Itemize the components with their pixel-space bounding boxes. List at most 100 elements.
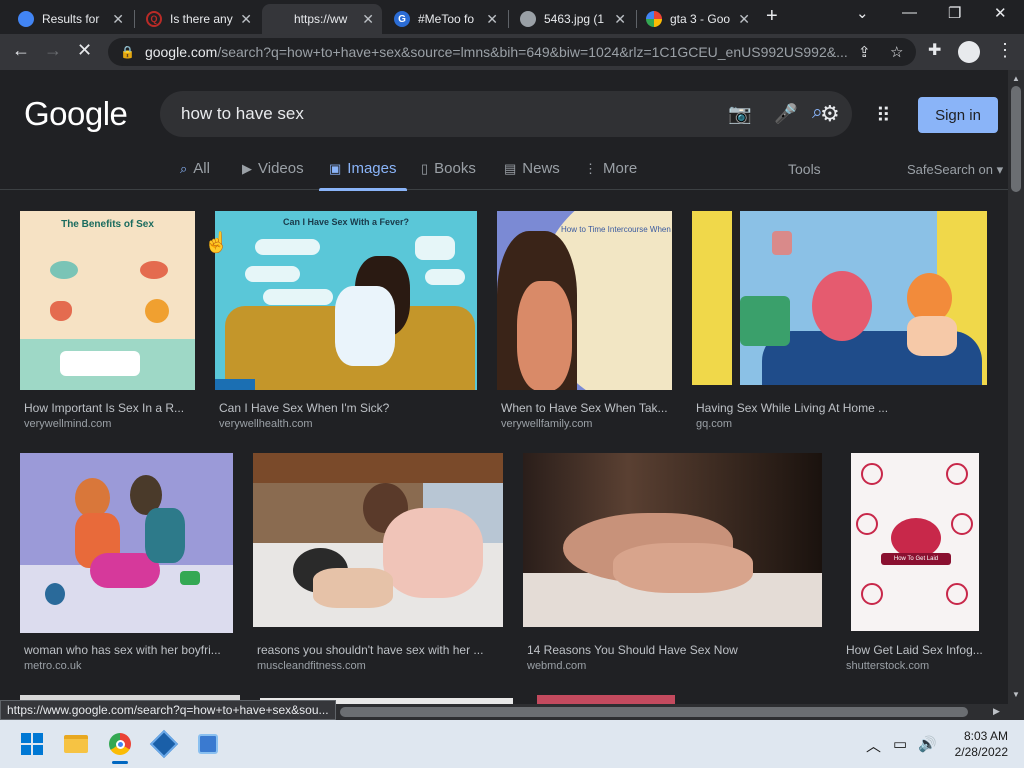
tab-books[interactable]: ▯ Books [421,160,476,177]
tools-button[interactable]: Tools [788,161,821,177]
profile-avatar-icon[interactable] [958,41,980,63]
close-tab-icon[interactable]: ✕ [240,11,252,28]
sign-in-button[interactable]: Sign in [918,97,998,133]
search-box[interactable]: how to have sex 📷 🎤 ⌕ [160,91,852,137]
chrome-favicon-icon [18,11,34,27]
result-caption[interactable]: Having Sex While Living At Home ... [696,401,888,415]
lock-icon[interactable]: 🔒 [120,45,135,59]
image-result[interactable]: Can I Have Sex With a Fever? Can I Have … [215,211,477,431]
search-query[interactable]: how to have sex [181,104,304,124]
result-thumbnail[interactable]: How To Get Laid [851,453,979,631]
share-icon[interactable]: ⇪ [858,43,871,61]
virtualbox-icon[interactable] [148,728,180,760]
settings-gear-icon[interactable]: ⚙ [820,101,840,127]
result-source[interactable]: webmd.com [527,660,586,672]
menu-kebab-icon[interactable]: ⋮ [996,40,1014,61]
browser-tab[interactable]: G #MeToo fo ✕ [386,4,506,34]
chrome-icon[interactable] [104,728,136,764]
result-source[interactable]: metro.co.uk [24,660,81,672]
tab-videos[interactable]: ▶ Videos [242,160,304,177]
image-result[interactable]: How to Time Intercourse When When to Hav… [497,211,672,431]
more-icon: ⋮ [584,160,597,176]
vmware-icon[interactable] [192,728,224,760]
microphone-icon[interactable]: 🎤 [774,102,798,126]
tab-title: #MeToo fo [418,12,475,26]
scroll-up-icon[interactable]: ▲ [1012,74,1020,83]
restore-icon[interactable]: ❐ [948,4,961,22]
browser-tab[interactable]: Q Is there any ✕ [138,4,260,34]
image-result[interactable]: The Benefits of Sex How Important Is Sex… [20,211,195,431]
system-clock[interactable]: 8:03 AM 2/28/2022 [938,728,1008,760]
result-caption[interactable]: How Important Is Sex In a R... [24,401,184,415]
result-source[interactable]: gq.com [696,418,732,430]
windows-taskbar: ︿ ▭ 🔊 8:03 AM 2/28/2022 [0,720,1024,768]
result-thumbnail[interactable]: How to Time Intercourse When [497,211,672,390]
result-source[interactable]: shutterstock.com [846,660,929,672]
result-caption[interactable]: woman who has sex with her boyfri... [24,643,221,657]
vertical-scrollbar[interactable]: ▲ ▼ [1008,70,1024,720]
result-caption[interactable]: When to Have Sex When Tak... [501,401,668,415]
apps-grid-icon[interactable]: ⠿ [876,103,891,128]
tab-strip: Results for ✕ Q Is there any ✕ https://w… [0,0,1024,34]
start-windows-icon[interactable] [16,728,48,760]
extensions-icon[interactable]: ✚ [928,40,941,60]
url-text: google.com/search?q=how+to+have+sex&sour… [144,44,848,60]
scroll-right-icon[interactable]: ▶ [993,706,1000,717]
tab-more[interactable]: ⋮ More [584,160,637,177]
google-icon [646,11,662,27]
tab-all[interactable]: ⌕ All [180,160,210,177]
result-source[interactable]: muscleandfitness.com [257,660,366,672]
tab-search-chevron-icon[interactable]: ⌄ [856,4,869,22]
result-thumbnail[interactable] [692,211,987,385]
close-tab-icon[interactable]: ✕ [738,11,750,28]
new-tab-icon[interactable]: + [766,5,778,28]
result-thumbnail[interactable]: Can I Have Sex With a Fever? [215,211,477,390]
result-thumbnail[interactable] [20,453,233,633]
result-caption[interactable]: 14 Reasons You Should Have Sex Now [527,643,738,657]
image-result[interactable]: 14 Reasons You Should Have Sex Now webmd… [523,453,822,673]
file-explorer-icon[interactable] [60,728,92,760]
tab-news[interactable]: ▤ News [504,160,560,177]
image-result[interactable]: Having Sex While Living At Home ... gq.c… [692,211,987,431]
result-caption[interactable]: reasons you shouldn't have sex with her … [257,643,483,657]
image-icon: ▣ [329,160,342,176]
browser-tab[interactable]: 5463.jpg (1 ✕ [512,4,634,34]
close-tab-icon[interactable]: ✕ [614,11,626,28]
scrollbar-thumb[interactable] [1011,86,1021,192]
close-window-icon[interactable]: ✕ [994,4,1007,22]
stop-loading-icon[interactable]: ✕ [77,40,92,61]
result-thumbnail[interactable] [523,453,822,627]
back-icon[interactable]: ← [12,40,30,61]
browser-tab[interactable]: gta 3 - Goo ✕ [638,4,758,34]
scrollbar-thumb[interactable] [340,707,968,717]
close-tab-icon[interactable]: ✕ [362,11,374,28]
address-bar[interactable]: 🔒 google.com/search?q=how+to+have+sex&so… [108,38,916,66]
volume-icon[interactable]: 🔊 [918,735,937,753]
result-source[interactable]: verywellmind.com [24,418,111,430]
image-result[interactable]: woman who has sex with her boyfri... met… [20,453,233,673]
result-thumbnail[interactable]: The Benefits of Sex [20,211,195,390]
result-caption[interactable]: How Get Laid Sex Infog... [846,643,983,657]
camera-icon[interactable]: 📷 [728,102,752,126]
browser-tab-active[interactable]: https://ww ✕ [262,4,382,34]
bookmark-star-icon[interactable]: ☆ [890,43,903,61]
tab-title: 5463.jpg (1 [544,12,605,26]
close-tab-icon[interactable]: ✕ [486,11,498,28]
forward-icon[interactable]: → [44,40,62,61]
tab-images[interactable]: ▣ Images [319,160,406,191]
book-icon: ▯ [421,160,429,176]
scroll-down-icon[interactable]: ▼ [1012,690,1020,699]
show-hidden-icons-icon[interactable]: ︿ [866,735,881,756]
safesearch-toggle[interactable]: SafeSearch on ▾ [907,162,1003,178]
result-source[interactable]: verywellhealth.com [219,418,313,430]
network-icon[interactable]: ▭ [893,735,907,753]
result-source[interactable]: verywellfamily.com [501,418,592,430]
result-thumbnail[interactable] [253,453,503,627]
close-tab-icon[interactable]: ✕ [112,11,124,28]
image-result[interactable]: How To Get Laid How Get Laid Sex Infog..… [842,453,987,673]
google-logo[interactable]: Google [24,95,128,133]
result-caption[interactable]: Can I Have Sex When I'm Sick? [219,401,389,415]
minimize-icon[interactable]: — [902,4,917,21]
browser-tab[interactable]: Results for ✕ [10,4,132,34]
image-result[interactable]: reasons you shouldn't have sex with her … [253,453,503,673]
